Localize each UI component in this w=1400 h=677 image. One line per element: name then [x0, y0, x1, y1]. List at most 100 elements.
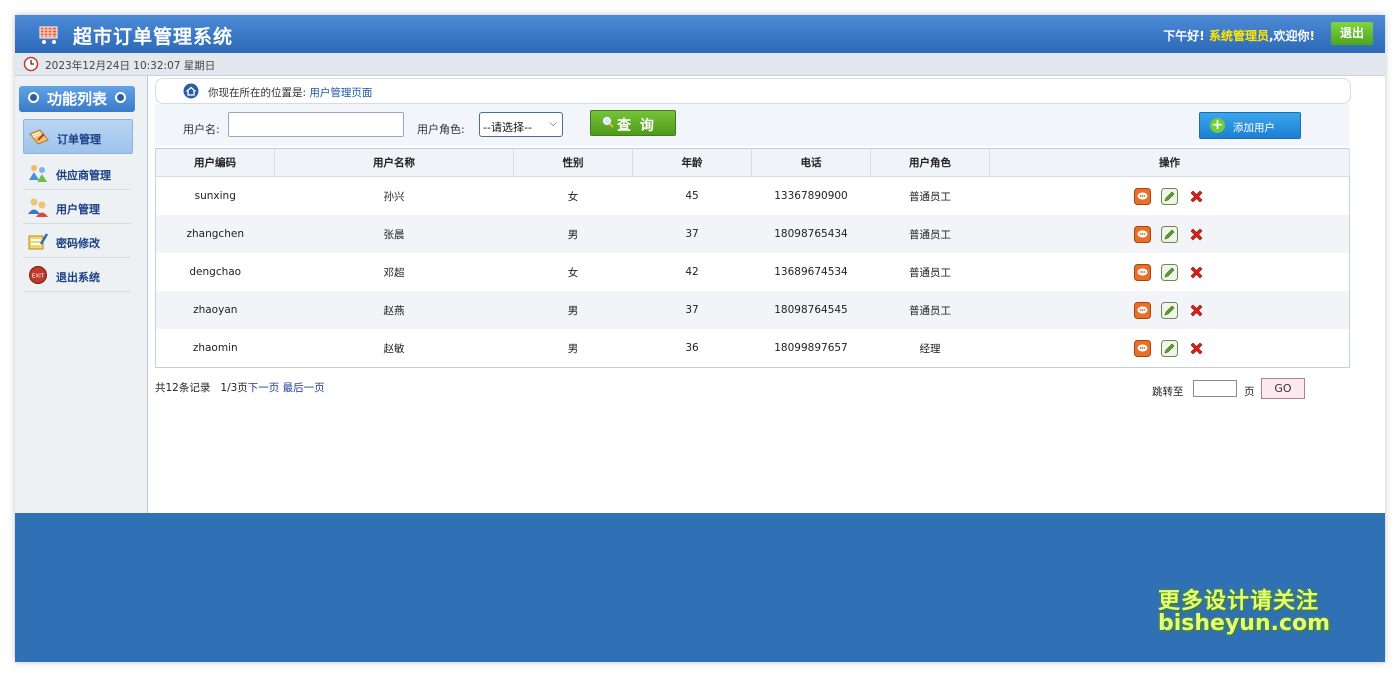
shopping-cart-icon — [39, 26, 58, 44]
column-header: 性别 — [513, 148, 633, 177]
table-row: zhangchen 张晨男 37 18098765434 普通员工 — [155, 215, 1350, 253]
view-icon[interactable] — [1133, 187, 1151, 205]
actions-cell — [989, 215, 1350, 253]
row-actions — [1129, 301, 1210, 319]
user-code-cell: zhaoyan — [155, 291, 275, 329]
phone-cell: 18098765434 — [751, 215, 871, 253]
age-cell: 37 — [632, 215, 752, 253]
actions-cell — [990, 329, 1350, 368]
role-cell: 普通员工 — [870, 215, 990, 253]
delete-icon[interactable] — [1188, 340, 1205, 357]
view-icon[interactable] — [1133, 301, 1151, 319]
role-select[interactable]: --请选择-- ⌵ — [479, 112, 563, 137]
logout-button[interactable]: 退出 — [1331, 22, 1373, 45]
location-prefix: 你现在所在的位置是: — [208, 87, 307, 99]
sidebar-item-suppliers[interactable]: 供应商管理 — [23, 156, 131, 190]
current-username: 系统管理员 — [1208, 29, 1269, 43]
user-name-cell: 张晨 — [274, 215, 514, 253]
app-title: 超市订单管理系统 — [73, 26, 234, 48]
last-page-link[interactable]: 最后一页 — [283, 382, 325, 394]
user-name-cell: 赵敏 — [383, 342, 405, 355]
column-header: 用户名称 — [274, 148, 514, 177]
bullet-icon — [115, 92, 126, 103]
bullet-icon — [27, 92, 39, 103]
add-user-button[interactable]: + 添加用户 — [1199, 112, 1301, 139]
age-cell: 45 — [685, 190, 699, 202]
function-list-title: 功能列表 — [19, 86, 135, 112]
row-actions — [1129, 263, 1210, 281]
query-button[interactable]: 查 询 — [590, 110, 676, 136]
jump-label: 跳转至 — [1152, 386, 1184, 398]
edit-icon[interactable] — [1160, 301, 1178, 319]
sidebar: 功能列表 订单管理 供应商管理 用户管理 密码修改 EXIT 退出系统 — [15, 76, 148, 513]
order-icon — [29, 129, 49, 145]
user-code-cell: sunxing — [194, 190, 236, 202]
sidebar-item-label: 订单管理 — [57, 133, 101, 146]
role-cell: 普通员工 — [909, 266, 951, 279]
column-header: 操作 — [989, 148, 1350, 177]
location-text: 你现在所在的位置是: 用户管理页面 — [208, 85, 372, 100]
delete-icon[interactable] — [1188, 264, 1205, 281]
gender-cell: 男 — [513, 291, 633, 329]
gender-cell: 女 — [567, 266, 579, 279]
sidebar-item-users[interactable]: 用户管理 — [23, 190, 131, 224]
jump-page-input[interactable] — [1193, 380, 1237, 397]
view-icon[interactable] — [1133, 263, 1151, 281]
view-icon[interactable] — [1133, 225, 1151, 243]
user-name-cell: 赵燕 — [274, 291, 514, 329]
query-label: 查 询 — [617, 118, 656, 134]
breadcrumb: 你现在所在的位置是: 用户管理页面 — [155, 78, 1351, 104]
user-table: 用户编码 用户名称 性别 年龄 电话 用户角色 操作 sunxing 孙兴女 45 1… — [155, 148, 1350, 368]
next-page-link[interactable]: 下一页 — [248, 382, 280, 394]
delete-icon[interactable] — [1188, 188, 1205, 205]
edit-icon[interactable] — [1160, 263, 1178, 281]
column-header: 用户角色 — [870, 148, 990, 177]
sidebar-item-password[interactable]: 密码修改 — [23, 224, 131, 258]
sidebar-item-label: 供应商管理 — [56, 169, 111, 182]
edit-icon[interactable] — [1160, 225, 1178, 243]
sidebar-item-label: 用户管理 — [56, 203, 100, 216]
sidebar-item-orders[interactable]: 订单管理 — [23, 119, 133, 154]
page-indicator: 1/3页 — [220, 382, 248, 394]
location-page: 用户管理页面 — [309, 87, 373, 99]
gender-cell: 男 — [513, 215, 633, 253]
role-selected-value: --请选择-- — [483, 121, 532, 134]
view-icon[interactable] — [1133, 339, 1151, 357]
delete-icon[interactable] — [1188, 226, 1205, 243]
pagination: 共12条记录 1/3页下一页 最后一页 — [155, 380, 325, 395]
table-header-row: 用户编码 用户名称 性别 年龄 电话 用户角色 操作 — [155, 148, 1350, 177]
sidebar-item-label: 退出系统 — [56, 271, 100, 284]
time-bar: 2023年12月24日 10:32:07 星期日 — [15, 53, 1385, 76]
username-input[interactable] — [228, 112, 404, 137]
phone-cell: 13689674534 — [774, 266, 848, 278]
age-cell: 37 — [632, 291, 752, 329]
gender-cell: 男 — [567, 342, 579, 355]
edit-icon[interactable] — [1160, 339, 1178, 357]
users-icon — [28, 198, 48, 217]
user-name-cell: 邓超 — [383, 266, 405, 279]
svg-text:EXIT: EXIT — [32, 274, 45, 280]
clock-icon — [23, 56, 39, 72]
table-row: zhaomin 赵敏 男 36 18099897657 经理 — [156, 329, 1350, 368]
total-records: 共12条记录 — [155, 382, 211, 394]
table-row: dengchao 邓超 女 42 13689674534 普通员工 — [156, 253, 1350, 291]
role-label: 用户角色: — [417, 123, 465, 136]
delete-icon[interactable] — [1188, 302, 1205, 319]
row-actions — [1129, 225, 1210, 243]
search-icon — [602, 116, 614, 128]
user-code-cell: zhangchen — [155, 215, 275, 253]
greeting-prefix: 下午好! — [1163, 29, 1205, 43]
plus-icon: + — [1210, 117, 1225, 133]
phone-cell: 18098764545 — [751, 291, 871, 329]
go-button[interactable]: GO — [1261, 378, 1305, 399]
watermark-line2: bisheyun.com — [1158, 611, 1331, 636]
role-cell: 普通员工 — [870, 291, 990, 329]
function-list-label: 功能列表 — [46, 90, 107, 108]
edit-icon[interactable] — [1160, 187, 1178, 205]
sidebar-item-exit[interactable]: EXIT 退出系统 — [23, 258, 131, 292]
column-header: 年龄 — [632, 148, 752, 177]
actions-cell — [989, 291, 1350, 329]
role-cell: 普通员工 — [909, 190, 951, 203]
greeting-suffix: ,欢迎你! — [1268, 29, 1315, 43]
column-header: 用户编码 — [155, 148, 275, 177]
